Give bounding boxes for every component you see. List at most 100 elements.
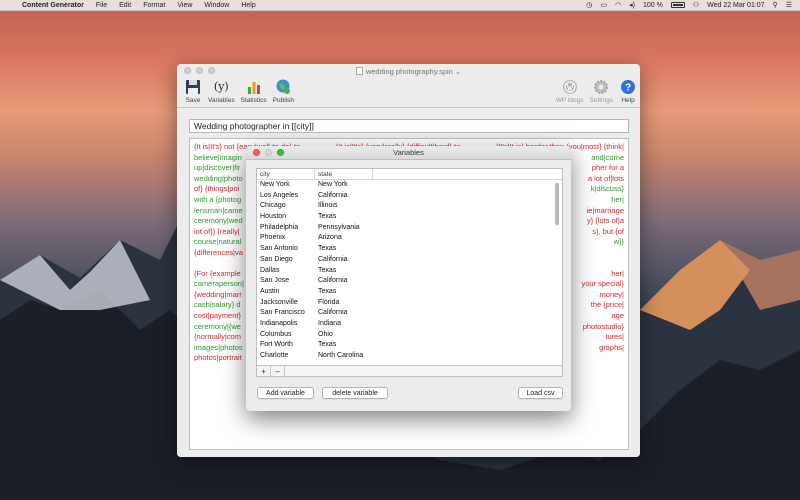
- table-row[interactable]: Dallas Texas: [257, 266, 562, 277]
- cell-state[interactable]: Indiana: [315, 319, 373, 330]
- table-row[interactable]: Indianapolis Indiana: [257, 319, 562, 330]
- menu-edit[interactable]: Edit: [119, 2, 131, 9]
- statistics-button[interactable]: Statistics: [241, 78, 267, 104]
- title-chevron-icon[interactable]: ⌄: [455, 67, 461, 76]
- table-row[interactable]: Jacksonville Florida: [257, 298, 562, 309]
- cell-city[interactable]: Philadelphia: [257, 223, 315, 234]
- add-row-button[interactable]: +: [257, 366, 271, 376]
- vertical-scrollbar[interactable]: [555, 183, 559, 225]
- cell-state[interactable]: Arizona: [315, 233, 373, 244]
- clock[interactable]: Wed 22 Mar 01:07: [707, 2, 764, 9]
- cell-city[interactable]: Phoenix: [257, 233, 315, 244]
- airplay-icon[interactable]: ▭: [600, 1, 607, 9]
- variables-zoom-button[interactable]: [277, 149, 284, 156]
- cell-state[interactable]: Illinois: [315, 201, 373, 212]
- menu-file[interactable]: File: [96, 2, 107, 9]
- menu-format[interactable]: Format: [143, 2, 165, 9]
- table-row[interactable]: Austin Texas: [257, 287, 562, 298]
- table-row[interactable]: Charlotte North Carolina: [257, 351, 562, 362]
- table-row[interactable]: New York New York: [257, 180, 562, 191]
- cell-city[interactable]: Dallas: [257, 266, 315, 277]
- cell-state[interactable]: New York: [315, 180, 373, 191]
- cell-state[interactable]: North Carolina: [315, 351, 373, 362]
- menu-window[interactable]: Window: [204, 2, 229, 9]
- table-row[interactable]: San Antonio Texas: [257, 244, 562, 255]
- user-icon[interactable]: ⚇: [693, 1, 699, 9]
- cell-state[interactable]: Texas: [315, 244, 373, 255]
- cell-city[interactable]: Charlotte: [257, 351, 315, 362]
- table-row[interactable]: San Francisco California: [257, 308, 562, 319]
- globe-icon: [274, 78, 292, 95]
- editor-text-segment: wedding|photo: [194, 173, 243, 183]
- publish-button[interactable]: Publish: [273, 78, 294, 104]
- title-input[interactable]: Wedding photographer in [[city]]: [189, 119, 629, 133]
- cell-state[interactable]: Texas: [315, 340, 373, 351]
- delete-variable-button[interactable]: delete variable: [322, 387, 388, 399]
- table-row[interactable]: Philadelphia Pennsylvania: [257, 223, 562, 234]
- cell-state[interactable]: California: [315, 191, 373, 202]
- cell-city[interactable]: New York: [257, 180, 315, 191]
- cell-state[interactable]: California: [315, 308, 373, 319]
- cell-state[interactable]: Ohio: [315, 330, 373, 341]
- menu-view[interactable]: View: [177, 2, 192, 9]
- cell-state[interactable]: Texas: [315, 212, 373, 223]
- menu-app-name[interactable]: Content Generator: [22, 2, 84, 9]
- table-row[interactable]: Columbus Ohio: [257, 330, 562, 341]
- close-button[interactable]: [184, 67, 191, 74]
- table-row[interactable]: Los Angeles California: [257, 191, 562, 202]
- variables-minimize-button[interactable]: [265, 149, 272, 156]
- cell-city[interactable]: Houston: [257, 212, 315, 223]
- settings-button[interactable]: Settings: [590, 78, 613, 104]
- table-row[interactable]: Houston Texas: [257, 212, 562, 223]
- table-row[interactable]: Phoenix Arizona: [257, 233, 562, 244]
- cell-city[interactable]: San Diego: [257, 255, 315, 266]
- remove-row-button[interactable]: –: [271, 366, 285, 376]
- time-machine-icon[interactable]: ◷: [586, 1, 592, 9]
- cell-city[interactable]: Chicago: [257, 201, 315, 212]
- cell-state[interactable]: Florida: [315, 298, 373, 309]
- cell-city[interactable]: San Antonio: [257, 244, 315, 255]
- variables-close-button[interactable]: [253, 149, 260, 156]
- minimize-button[interactable]: [196, 67, 203, 74]
- cell-city[interactable]: Jacksonville: [257, 298, 315, 309]
- variables-table[interactable]: city state New York New York Los Angeles Ca…: [256, 168, 563, 366]
- cell-city[interactable]: Los Angeles: [257, 191, 315, 202]
- table-header: city state: [257, 169, 562, 180]
- add-variable-button[interactable]: Add variable: [257, 387, 314, 399]
- cell-city[interactable]: Austin: [257, 287, 315, 298]
- column-header-city[interactable]: city: [257, 169, 315, 179]
- cell-state[interactable]: Texas: [315, 266, 373, 277]
- volume-icon[interactable]: ◂): [629, 1, 635, 9]
- variables-button[interactable]: (y) Variables: [208, 78, 235, 104]
- notification-center-icon[interactable]: ☰: [786, 1, 792, 9]
- zoom-button[interactable]: [208, 67, 215, 74]
- table-row[interactable]: San Jose California: [257, 276, 562, 287]
- cell-state[interactable]: Texas: [315, 287, 373, 298]
- svg-text:?: ?: [625, 82, 631, 93]
- editor-text-segment: photostudio}: [582, 321, 624, 331]
- cell-city[interactable]: Columbus: [257, 330, 315, 341]
- variables-titlebar[interactable]: Variables: [246, 146, 571, 160]
- load-csv-button[interactable]: Load csv: [518, 387, 563, 399]
- editor-text-segment: ceremony|{we: [194, 321, 241, 331]
- table-row[interactable]: Fort Worth Texas: [257, 340, 562, 351]
- cell-city[interactable]: San Francisco: [257, 308, 315, 319]
- menu-help[interactable]: Help: [241, 2, 255, 9]
- wp-blogs-button[interactable]: WP blogs: [556, 78, 584, 104]
- save-button[interactable]: Save: [184, 78, 202, 104]
- cell-state[interactable]: Pennsylvania: [315, 223, 373, 234]
- table-row[interactable]: San Diego California: [257, 255, 562, 266]
- column-header-state[interactable]: state: [315, 169, 373, 179]
- cell-state[interactable]: California: [315, 276, 373, 287]
- wifi-icon[interactable]: ◠: [615, 1, 621, 9]
- help-button[interactable]: ? Help: [619, 78, 637, 104]
- cell-city[interactable]: Fort Worth: [257, 340, 315, 351]
- main-window-titlebar[interactable]: wedding photography.spin ⌄: [177, 64, 640, 78]
- cell-city[interactable]: San Jose: [257, 276, 315, 287]
- table-row[interactable]: Chicago Illinois: [257, 201, 562, 212]
- cell-state[interactable]: California: [315, 255, 373, 266]
- spotlight-icon[interactable]: ⚲: [773, 1, 778, 9]
- editor-text-segment: money|: [599, 289, 624, 299]
- battery-icon[interactable]: [670, 2, 685, 8]
- cell-city[interactable]: Indianapolis: [257, 319, 315, 330]
